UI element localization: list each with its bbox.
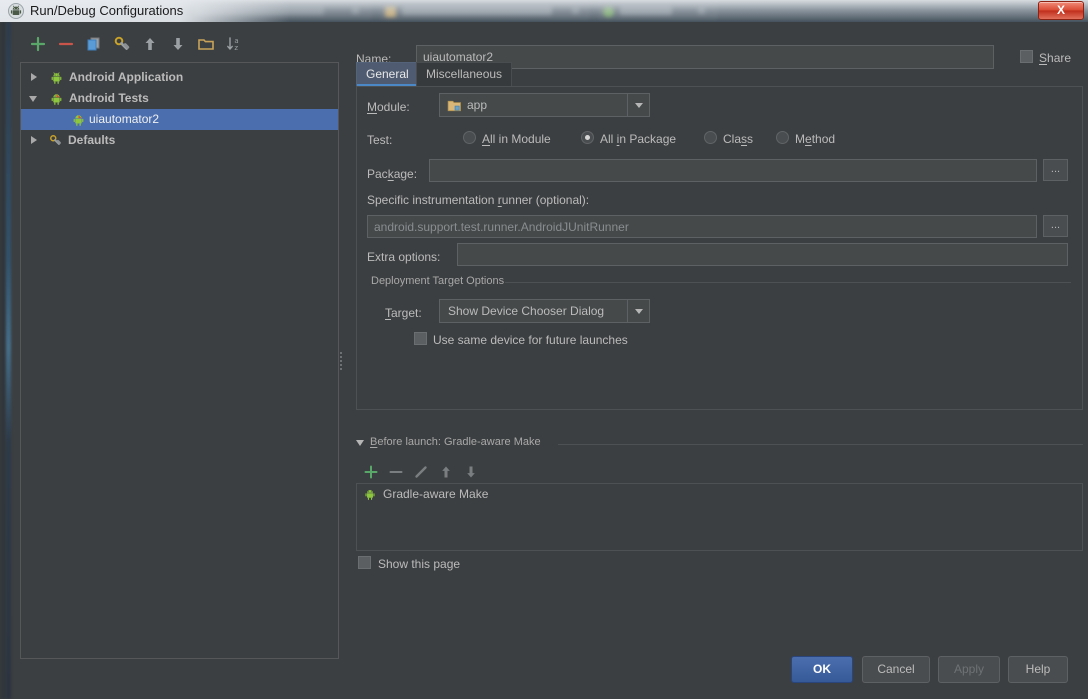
before-launch-edit-button[interactable] bbox=[412, 463, 430, 481]
runner-input[interactable] bbox=[367, 215, 1037, 238]
radio-all-in-module[interactable] bbox=[463, 131, 476, 144]
chevron-right-icon[interactable] bbox=[31, 73, 37, 81]
tree-node-label: Defaults bbox=[68, 133, 116, 147]
radio-class[interactable] bbox=[704, 131, 717, 144]
add-configuration-button[interactable] bbox=[28, 34, 48, 54]
share-label: Share bbox=[1039, 51, 1072, 65]
chevron-down-icon[interactable] bbox=[627, 300, 649, 322]
radio-all-in-package-label: All in Package bbox=[600, 132, 677, 146]
before-launch-group-line bbox=[558, 444, 1083, 445]
remove-configuration-button[interactable] bbox=[56, 34, 76, 54]
cancel-button[interactable]: Cancel bbox=[862, 656, 930, 683]
module-label: Module: bbox=[367, 100, 410, 114]
module-value: app bbox=[467, 98, 488, 112]
edit-defaults-button[interactable] bbox=[112, 34, 132, 54]
ok-button[interactable]: OK bbox=[791, 656, 853, 683]
configurations-tree[interactable]: Android Application Android Tests uiauto… bbox=[20, 62, 339, 659]
list-item[interactable]: Gradle-aware Make bbox=[357, 484, 1082, 504]
tree-node-label: Android Tests bbox=[69, 91, 149, 105]
share-checkbox[interactable] bbox=[1020, 50, 1033, 63]
copy-configuration-button[interactable] bbox=[84, 34, 104, 54]
target-combobox[interactable]: Show Device Chooser Dialog bbox=[439, 299, 650, 323]
before-launch-remove-button[interactable] bbox=[387, 463, 405, 481]
tab-general[interactable]: General bbox=[356, 62, 419, 86]
radio-all-in-module-label: All in Module bbox=[482, 132, 551, 146]
general-tab-content: Module: app Test: All in Module All in P… bbox=[356, 86, 1083, 410]
move-up-button[interactable] bbox=[140, 34, 160, 54]
radio-method[interactable] bbox=[776, 131, 789, 144]
apply-button: Apply bbox=[938, 656, 1000, 683]
before-launch-move-up-button[interactable] bbox=[437, 463, 455, 481]
extra-options-input[interactable] bbox=[457, 243, 1068, 266]
deployment-group-title: Deployment Target Options bbox=[367, 275, 509, 287]
before-launch-list[interactable]: Gradle-aware Make bbox=[356, 483, 1083, 551]
runner-browse-button[interactable]: ... bbox=[1043, 215, 1068, 237]
close-button[interactable]: X bbox=[1038, 1, 1084, 20]
move-down-button[interactable] bbox=[168, 34, 188, 54]
create-folder-button[interactable] bbox=[196, 34, 216, 54]
wrench-key-icon bbox=[48, 133, 63, 155]
list-item-label: Gradle-aware Make bbox=[383, 487, 489, 501]
package-browse-button[interactable]: ... bbox=[1043, 159, 1068, 181]
show-this-page-checkbox[interactable] bbox=[358, 556, 371, 569]
before-launch-move-down-button[interactable] bbox=[462, 463, 480, 481]
target-label: Target: bbox=[385, 306, 422, 320]
package-input[interactable] bbox=[429, 159, 1037, 182]
module-folder-icon bbox=[447, 99, 462, 116]
use-same-device-label: Use same device for future launches bbox=[433, 333, 628, 347]
before-launch-collapse-icon[interactable] bbox=[356, 440, 364, 446]
radio-class-label: Class bbox=[723, 132, 754, 146]
deployment-group-line bbox=[505, 282, 1071, 283]
package-label: Package: bbox=[367, 167, 418, 181]
tree-node-label: Android Application bbox=[69, 70, 184, 84]
before-launch-add-button[interactable] bbox=[362, 463, 380, 481]
dialog-body: a z Android Application Android Tests ui… bbox=[14, 22, 1088, 699]
radio-all-in-package[interactable] bbox=[581, 131, 594, 144]
configuration-editor-pane: NName:ame: Share General Miscellaneous M… bbox=[348, 30, 1084, 650]
show-this-page-label: Show this page bbox=[378, 557, 461, 571]
panel-splitter[interactable] bbox=[336, 62, 348, 659]
runner-label: Specific instrumentation runner (optiona… bbox=[367, 193, 590, 207]
before-launch-toolbar bbox=[362, 463, 502, 483]
chevron-down-icon[interactable] bbox=[29, 96, 37, 102]
help-button[interactable]: Help bbox=[1008, 656, 1068, 683]
dialog-titlebar: Run/Debug Configurations X bbox=[0, 0, 1088, 22]
use-same-device-checkbox[interactable] bbox=[414, 332, 427, 345]
target-value: Show Device Chooser Dialog bbox=[448, 304, 605, 318]
chevron-right-icon[interactable] bbox=[31, 136, 37, 144]
android-bugdroid-icon bbox=[8, 3, 24, 19]
run-debug-configurations-dialog: Run/Debug Configurations X a z Android A… bbox=[0, 0, 1088, 699]
dialog-title: Run/Debug Configurations bbox=[30, 3, 184, 18]
tree-node-defaults[interactable]: Defaults bbox=[21, 130, 338, 151]
tab-miscellaneous[interactable]: Miscellaneous bbox=[416, 62, 513, 86]
sort-alpha-button[interactable]: a z bbox=[224, 34, 244, 54]
configurations-toolbar: a z bbox=[20, 34, 340, 58]
chevron-down-icon[interactable] bbox=[627, 94, 649, 116]
svg-text:z: z bbox=[234, 44, 238, 52]
module-combobox[interactable]: app bbox=[439, 93, 650, 117]
android-icon bbox=[363, 487, 377, 507]
tree-node-android-tests[interactable]: Android Tests bbox=[21, 88, 338, 109]
tree-node-uiautomator2[interactable]: uiautomator2 bbox=[21, 109, 338, 130]
tree-node-label: uiautomator2 bbox=[89, 112, 160, 126]
before-launch-title: Before launch: Gradle-aware Make bbox=[366, 436, 545, 448]
extra-options-label: Extra options: bbox=[367, 250, 441, 264]
splitter-grip bbox=[340, 350, 344, 372]
tree-node-android-application[interactable]: Android Application bbox=[21, 67, 338, 88]
test-label: Test: bbox=[367, 133, 393, 147]
radio-method-label: Method bbox=[795, 132, 836, 146]
